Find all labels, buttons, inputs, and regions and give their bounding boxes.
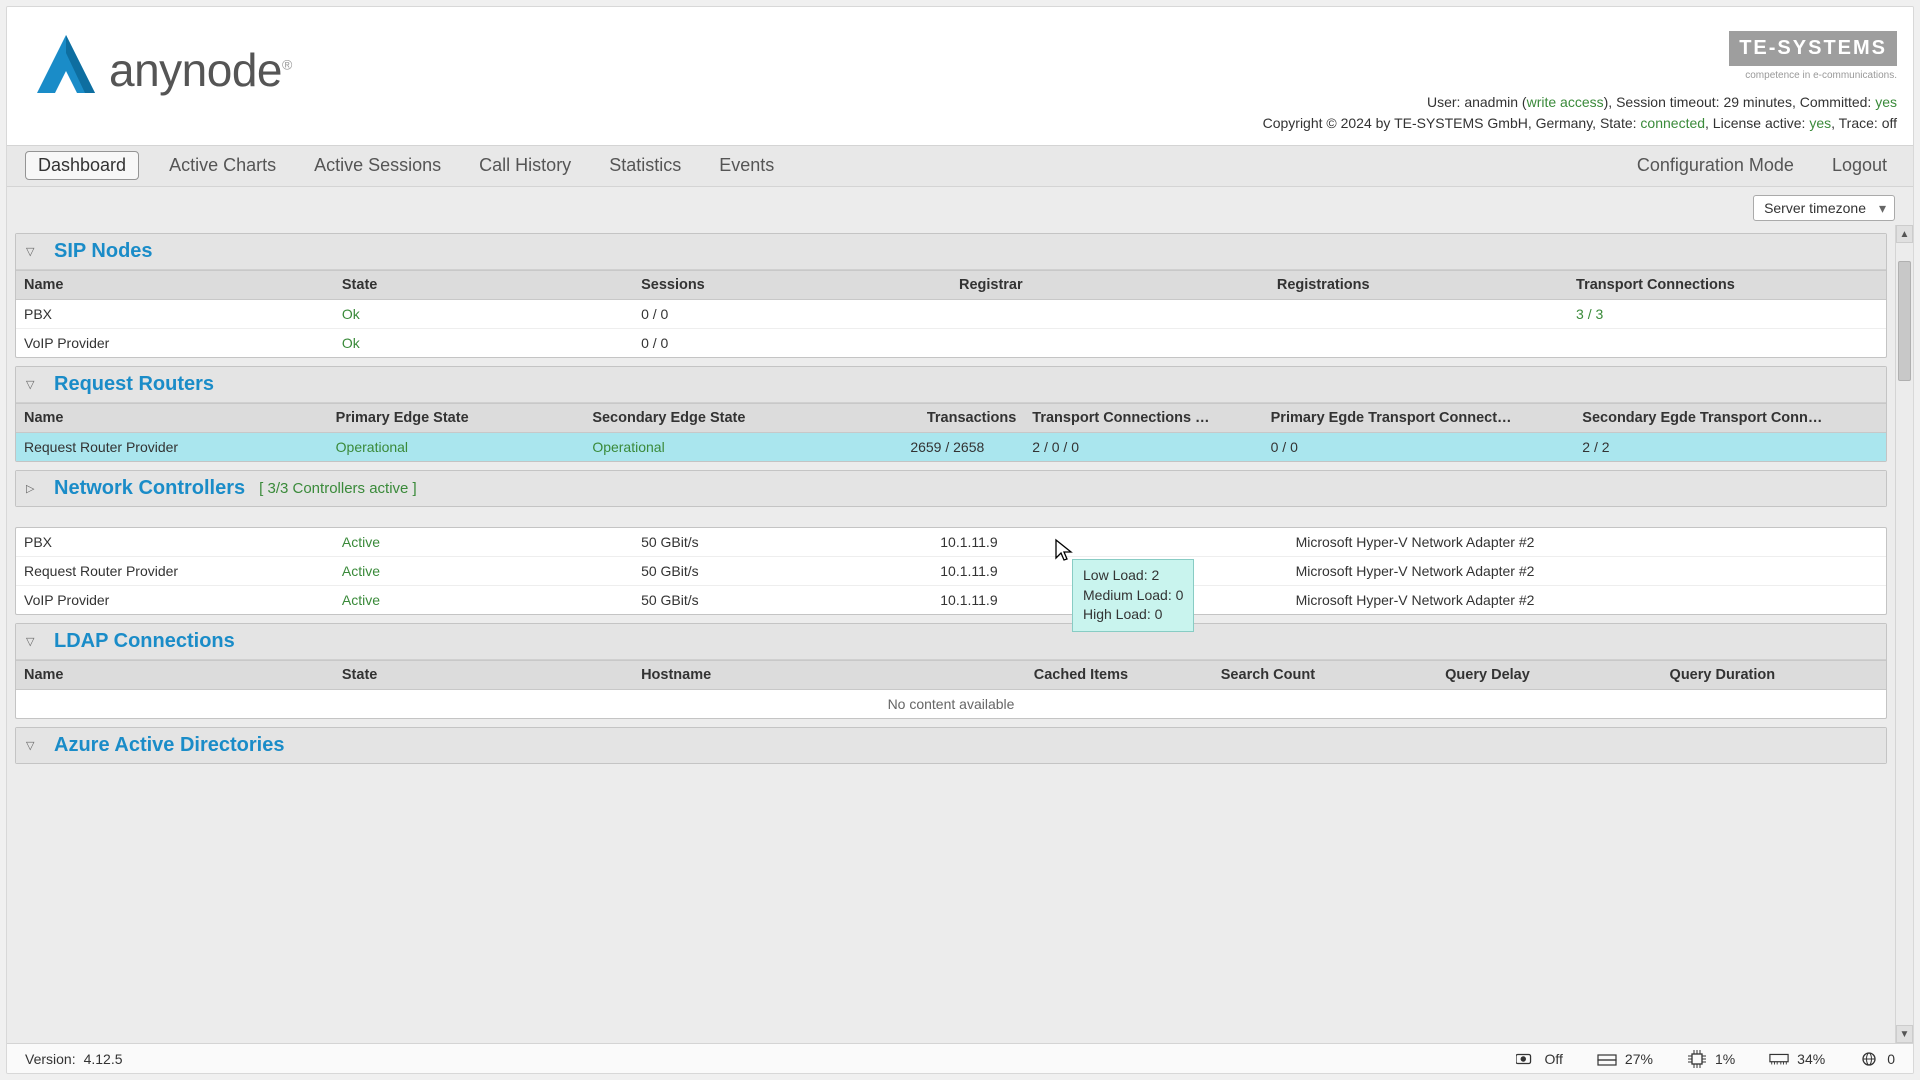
panel-aad: ▽ Azure Active Directories	[15, 727, 1887, 764]
status-cpu[interactable]: 1%	[1687, 1051, 1735, 1067]
status-disk[interactable]: 27%	[1597, 1051, 1653, 1067]
col-primary-transport[interactable]: Primary Egde Transport Connect…	[1263, 403, 1575, 432]
tab-call-history[interactable]: Call History	[471, 151, 579, 180]
cpu-icon	[1687, 1051, 1707, 1067]
col-name[interactable]: Name	[16, 270, 334, 299]
tab-logout[interactable]: Logout	[1824, 151, 1895, 180]
col-delay[interactable]: Query Delay	[1437, 660, 1661, 689]
access-link[interactable]: write access	[1527, 94, 1604, 110]
panel-nc-detail: PBX Active 50 GBit/s 10.1.11.9 Microsoft…	[15, 527, 1887, 615]
col-sessions[interactable]: Sessions	[633, 270, 951, 299]
anynode-logo-icon	[33, 31, 99, 109]
table-row[interactable]: PBX Ok 0 / 0 3 / 3	[16, 299, 1886, 328]
col-secondary-edge[interactable]: Secondary Edge State	[584, 403, 822, 432]
panel-title[interactable]: SIP Nodes	[54, 240, 153, 263]
collapse-icon[interactable]: ▽	[26, 245, 40, 258]
col-state[interactable]: State	[334, 660, 633, 689]
status-mem[interactable]: 34%	[1769, 1051, 1825, 1067]
col-name[interactable]: Name	[16, 660, 334, 689]
col-transport[interactable]: Transport Connections	[1568, 270, 1886, 299]
tab-active-charts[interactable]: Active Charts	[161, 151, 284, 180]
status-net[interactable]: 0	[1859, 1051, 1895, 1067]
version-text: 4.12.5	[84, 1051, 123, 1067]
panel-title[interactable]: Network Controllers	[54, 477, 245, 500]
te-systems-logo: TE-SYSTEMS	[1729, 31, 1897, 66]
statusbar: Version: 4.12.5 Off 27% 1% 34% 0	[7, 1043, 1913, 1073]
scrollbar[interactable]: ▲ ▼	[1895, 225, 1913, 1043]
col-transport-connections[interactable]: Transport Connections …	[1024, 403, 1262, 432]
panel-ldap: ▽ LDAP Connections Name State Hostname C…	[15, 623, 1887, 719]
col-secondary-transport[interactable]: Secondary Egde Transport Conn…	[1574, 403, 1886, 432]
memory-icon	[1769, 1051, 1789, 1067]
col-cached[interactable]: Cached Items	[1026, 660, 1213, 689]
table-row[interactable]: Request Router Provider Operational Oper…	[16, 432, 1886, 461]
col-registrar[interactable]: Registrar	[951, 270, 1269, 299]
tab-statistics[interactable]: Statistics	[601, 151, 689, 180]
table-row[interactable]: VoIP Provider Active 50 GBit/s 10.1.11.9…	[16, 585, 1886, 614]
logo: anynode®	[33, 31, 292, 109]
collapse-icon[interactable]: ▽	[26, 635, 40, 648]
panel-title[interactable]: Azure Active Directories	[54, 734, 284, 757]
expand-icon[interactable]: ▷	[26, 482, 40, 495]
collapse-icon[interactable]: ▽	[26, 739, 40, 752]
col-transactions[interactable]: Transactions	[823, 403, 1025, 432]
panel-title[interactable]: Request Routers	[54, 373, 214, 396]
table-row[interactable]: VoIP Provider Ok 0 / 0	[16, 328, 1886, 357]
panel-title[interactable]: LDAP Connections	[54, 630, 235, 653]
collapse-icon[interactable]: ▽	[26, 378, 40, 391]
col-hostname[interactable]: Hostname	[633, 660, 1026, 689]
col-duration[interactable]: Query Duration	[1662, 660, 1886, 689]
tab-dashboard[interactable]: Dashboard	[25, 151, 139, 180]
network-icon	[1859, 1051, 1879, 1067]
col-registrations[interactable]: Registrations	[1269, 270, 1568, 299]
tab-config-mode[interactable]: Configuration Mode	[1629, 151, 1802, 180]
col-name[interactable]: Name	[16, 403, 328, 432]
scroll-up-icon[interactable]: ▲	[1896, 225, 1913, 243]
scroll-thumb[interactable]	[1898, 261, 1911, 381]
dashboard-content: ▽ SIP Nodes Name State Sessions Registra…	[7, 225, 1895, 1043]
table-row[interactable]: Request Router Provider Active 50 GBit/s…	[16, 556, 1886, 585]
header: anynode® TE-SYSTEMS competence in e-comm…	[7, 7, 1913, 145]
tab-active-sessions[interactable]: Active Sessions	[306, 151, 449, 180]
col-state[interactable]: State	[334, 270, 633, 299]
disk-icon	[1597, 1051, 1617, 1067]
col-search[interactable]: Search Count	[1213, 660, 1437, 689]
table-row[interactable]: PBX Active 50 GBit/s 10.1.11.9 Microsoft…	[16, 528, 1886, 557]
scroll-down-icon[interactable]: ▼	[1896, 1025, 1913, 1043]
status-recording[interactable]: Off	[1516, 1051, 1562, 1067]
empty-message: No content available	[16, 689, 1886, 718]
transport-connections-cell: 2 / 0 / 0	[1024, 432, 1262, 461]
panel-request-routers: ▽ Request Routers Name Primary Edge Stat…	[15, 366, 1887, 462]
timezone-select[interactable]: Server timezone	[1753, 195, 1895, 221]
panel-subtitle: [ 3/3 Controllers active ]	[259, 480, 417, 497]
col-primary-edge[interactable]: Primary Edge State	[328, 403, 585, 432]
tab-events[interactable]: Events	[711, 151, 782, 180]
brand-text: anynode®	[109, 43, 292, 97]
record-icon	[1516, 1051, 1536, 1067]
panel-network-controllers: ▷ Network Controllers [ 3/3 Controllers …	[15, 470, 1887, 507]
panel-sip-nodes: ▽ SIP Nodes Name State Sessions Registra…	[15, 233, 1887, 358]
tooltip-load: Low Load: 2 Medium Load: 0 High Load: 0	[1072, 559, 1194, 632]
header-info: TE-SYSTEMS competence in e-communication…	[1263, 31, 1897, 135]
main-nav: Dashboard Active Charts Active Sessions …	[7, 145, 1913, 187]
